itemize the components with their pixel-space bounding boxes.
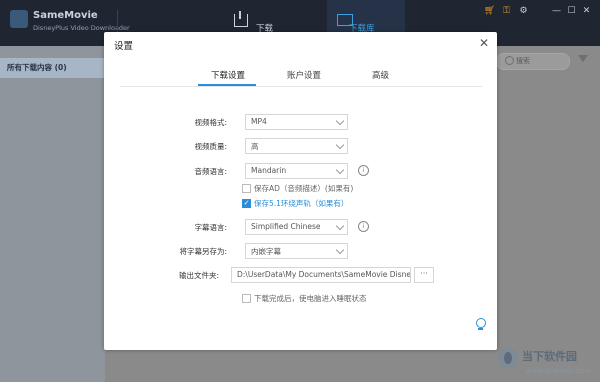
maximize-icon[interactable]: ☐ <box>566 6 577 17</box>
tab-divider <box>120 86 482 87</box>
save-subtitle-as-value: 内嵌字幕 <box>251 247 281 256</box>
browse-button[interactable]: ··· <box>414 267 434 283</box>
output-folder-value: D:\UserData\My Documents\SameMovie Disne <box>237 270 411 279</box>
video-format-label: 视频格式: <box>194 118 227 127</box>
sidebar-item-label: 所有下载内容 (0) <box>7 63 67 72</box>
info-icon[interactable]: i <box>358 165 369 176</box>
cart-icon[interactable]: 🛒︎ <box>484 6 495 17</box>
download-icon <box>234 11 248 27</box>
chevron-down-icon <box>335 221 345 231</box>
subtitle-language-label: 字幕语言: <box>194 223 227 232</box>
app-subtitle: DisneyPlus Video Downloader <box>33 24 130 32</box>
tab-account-settings[interactable]: 账户设置 <box>287 69 321 81</box>
output-folder-label: 输出文件夹: <box>178 271 219 280</box>
dialog-title: 设置 <box>114 41 134 52</box>
subtitle-language-select[interactable]: Simplified Chinese <box>245 219 348 235</box>
info-icon[interactable]: i <box>358 221 369 232</box>
audio-language-value: Mandarin <box>251 166 287 175</box>
subtitle-language-value: Simplified Chinese <box>251 222 321 231</box>
window-close-icon[interactable]: ✕ <box>581 6 592 17</box>
gear-icon[interactable]: ⚙ <box>518 6 529 17</box>
video-format-select[interactable]: MP4 <box>245 114 348 130</box>
watermark-url: www.downxia.com <box>526 367 592 375</box>
video-quality-label: 视频质量: <box>194 142 227 151</box>
sidebar: 所有下载内容 (0) <box>0 46 105 382</box>
lightbulb-icon[interactable] <box>476 318 486 330</box>
video-quality-select[interactable]: 高 <box>245 138 348 154</box>
keep-51-checkbox[interactable]: ✓ <box>242 199 251 208</box>
keep-ad-label: 保存AD（音频描述）(如果有) <box>254 184 354 193</box>
filter-icon[interactable] <box>578 55 588 62</box>
search-placeholder: 搜索 <box>516 57 530 65</box>
watermark-logo-icon <box>498 347 518 369</box>
keep-51-label: 保存5.1环绕声轨（如果有） <box>254 199 349 208</box>
audio-language-select[interactable]: Mandarin <box>245 163 348 179</box>
watermark-text: 当下软件园 <box>522 350 577 363</box>
save-subtitle-as-label: 将字幕另存为: <box>179 247 227 256</box>
search-input[interactable]: 搜索 <box>496 53 570 70</box>
sidebar-item-all-downloads[interactable]: 所有下载内容 (0) <box>0 58 105 78</box>
tab-advanced[interactable]: 高级 <box>372 69 389 81</box>
save-subtitle-as-select[interactable]: 内嵌字幕 <box>245 243 348 259</box>
watermark: 当下软件园 www.downxia.com <box>498 345 598 381</box>
chevron-down-icon <box>335 140 345 150</box>
close-icon[interactable]: ✕ <box>479 37 489 49</box>
video-format-value: MP4 <box>251 117 267 126</box>
minimize-icon[interactable]: — <box>551 6 562 17</box>
chevron-down-icon <box>335 116 345 126</box>
chevron-down-icon <box>335 245 345 255</box>
chevron-down-icon <box>335 165 345 175</box>
key-icon[interactable]: ⚿ <box>501 6 512 17</box>
sleep-after-label: 下载完成后，使电脑进入睡眠状态 <box>254 294 367 303</box>
keep-ad-checkbox[interactable] <box>242 184 251 193</box>
output-folder-field[interactable]: D:\UserData\My Documents\SameMovie Disne <box>231 267 411 283</box>
audio-language-label: 音频语言: <box>194 167 227 176</box>
app-logo-icon <box>10 10 28 28</box>
search-icon <box>505 56 514 65</box>
tab-download-settings[interactable]: 下载设置 <box>211 69 245 81</box>
video-quality-value: 高 <box>251 142 259 151</box>
app-name: SameMovie <box>33 10 98 21</box>
sleep-after-checkbox[interactable] <box>242 294 251 303</box>
